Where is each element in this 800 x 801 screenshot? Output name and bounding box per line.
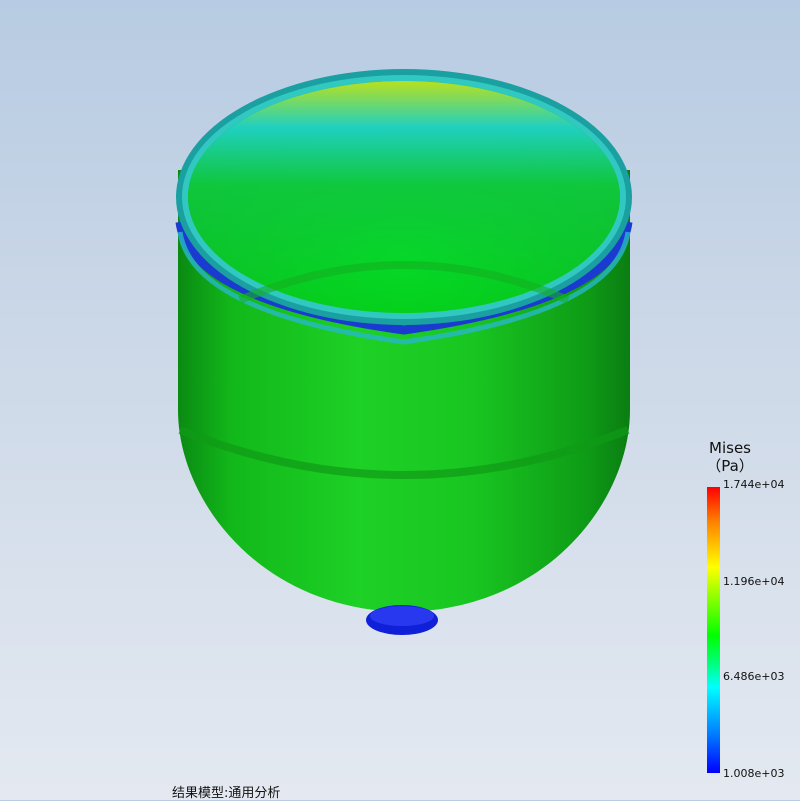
legend-tick-max: 1.744e+04	[723, 478, 785, 491]
legend-colorbar	[707, 487, 720, 773]
result-model-label: 结果模型:通用分析	[172, 786, 281, 801]
model-viewport[interactable]	[0, 0, 800, 800]
legend-quantity: Mises	[709, 439, 751, 457]
legend-tick-2: 1.196e+04	[723, 575, 785, 588]
legend-unit: （Pa）	[706, 457, 754, 475]
legend-tick-min: 1.008e+03	[723, 767, 785, 780]
legend-tick-3: 6.486e+03	[723, 670, 785, 683]
legend-title: Mises （Pa）	[700, 439, 760, 475]
